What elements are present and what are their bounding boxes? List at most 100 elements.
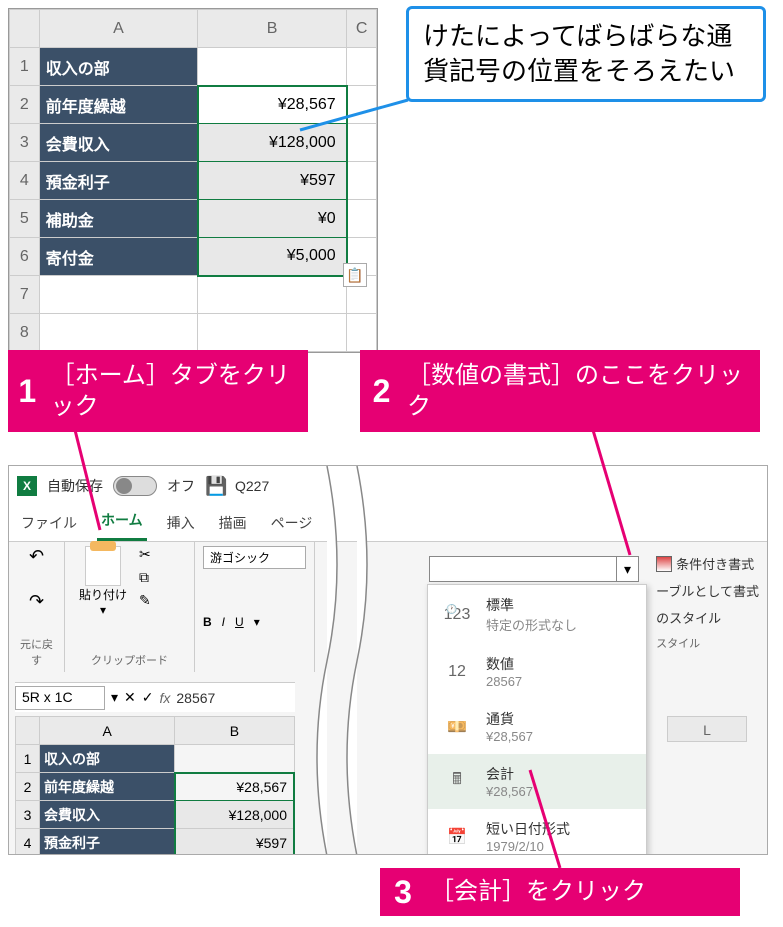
explanation-callout: けたによってばらばらな通貨記号の位置をそろえたい bbox=[406, 6, 766, 102]
font-name-combo[interactable]: 游ゴシック bbox=[203, 546, 306, 569]
spreadsheet-top: A B C 1 収入の部 2 前年度繰越 ¥28,567 3 会費収入 ¥128… bbox=[8, 8, 378, 353]
format-painter-icon[interactable]: ✎ bbox=[139, 592, 151, 609]
autosave-label: 自動保存 bbox=[47, 476, 103, 496]
standard-icon: 🕐123 bbox=[440, 600, 474, 630]
step-text: ［数値の書式］のここをクリック bbox=[403, 350, 760, 432]
undo-group: ↶ ↷ 元に戻す bbox=[9, 542, 65, 672]
cell-A1[interactable]: 収入の部 bbox=[39, 48, 197, 86]
col-header-B[interactable]: B bbox=[198, 10, 347, 48]
cell-label[interactable]: 前年度繰越 bbox=[39, 86, 197, 124]
paste-label: 貼り付け bbox=[79, 586, 127, 603]
chevron-down-icon[interactable]: ▾ bbox=[254, 615, 260, 629]
underline-button[interactable]: U bbox=[235, 615, 244, 629]
name-box[interactable]: 5R x 1C bbox=[15, 686, 105, 710]
document-name: Q227 bbox=[235, 478, 269, 494]
cell-styles-button[interactable]: のスタイル bbox=[656, 604, 759, 631]
quick-access-toolbar: X 自動保存 オフ 💾 Q227 bbox=[9, 466, 767, 506]
step-number: 2 bbox=[360, 350, 403, 432]
col-header-C[interactable]: C bbox=[347, 10, 377, 48]
enter-icon[interactable]: ✓ bbox=[142, 689, 154, 706]
cell-label[interactable]: 預金利子 bbox=[39, 162, 197, 200]
tab-home[interactable]: ホーム bbox=[97, 502, 147, 541]
col-header-A[interactable]: A bbox=[39, 10, 197, 48]
corner-cell[interactable] bbox=[10, 10, 40, 48]
tab-page[interactable]: ページ bbox=[267, 505, 317, 541]
number-format-combo[interactable]: ▾ bbox=[429, 556, 639, 582]
cut-icon[interactable]: ✂ bbox=[139, 546, 151, 563]
tab-file[interactable]: ファイル bbox=[17, 505, 81, 541]
redo-icon[interactable]: ↷ bbox=[17, 591, 56, 612]
fx-icon[interactable]: fx bbox=[160, 690, 171, 706]
autosave-toggle[interactable] bbox=[113, 476, 157, 496]
row-header[interactable]: 4 bbox=[10, 162, 40, 200]
undo-icon[interactable]: ↶ bbox=[17, 546, 56, 567]
chevron-down-icon[interactable]: ▾ bbox=[111, 689, 118, 706]
formula-bar: 5R x 1C ▾ ✕ ✓ fx 28567 bbox=[15, 682, 295, 712]
chevron-down-icon[interactable]: ▾ bbox=[616, 557, 638, 581]
accounting-icon: 🖩 bbox=[440, 767, 474, 797]
step-1-callout: 1 ［ホーム］タブをクリック bbox=[8, 350, 308, 432]
quick-analysis-icon[interactable]: 📋 bbox=[343, 263, 367, 287]
conditional-format-button[interactable]: 条件付き書式 bbox=[656, 550, 759, 577]
col-header-B[interactable]: B bbox=[175, 717, 294, 745]
chevron-down-icon[interactable]: ▾ bbox=[100, 603, 106, 617]
font-group: 游ゴシック B I U ▾ bbox=[195, 542, 315, 672]
format-option-currency[interactable]: 💴 通貨¥28,567 bbox=[428, 699, 646, 754]
step-2-callout: 2 ［数値の書式］のここをクリック bbox=[360, 350, 760, 432]
step-text: ［会計］をクリック bbox=[426, 868, 662, 916]
cell-value[interactable]: ¥28,567 bbox=[198, 86, 347, 124]
clipboard-group: 貼り付け ▾ ✂ ⧉ ✎ クリップボード bbox=[65, 542, 195, 672]
row-header[interactable]: 1 bbox=[10, 48, 40, 86]
cell-B1[interactable] bbox=[198, 48, 347, 86]
number-format-dropdown: 🕐123 標準特定の形式なし 12 数値28567 💴 通貨¥28,567 🖩 … bbox=[427, 584, 647, 855]
cell-label[interactable]: 会費収入 bbox=[39, 124, 197, 162]
cell-value[interactable]: ¥0 bbox=[198, 200, 347, 238]
conditional-format-icon bbox=[656, 556, 672, 572]
autosave-off-label: オフ bbox=[167, 476, 195, 496]
number-icon: 12 bbox=[440, 657, 474, 687]
ribbon-tabs: ファイル ホーム 挿入 描画 ページ bbox=[9, 506, 767, 542]
tab-insert[interactable]: 挿入 bbox=[163, 505, 199, 541]
excel-icon: X bbox=[17, 476, 37, 496]
cell-label[interactable]: 補助金 bbox=[39, 200, 197, 238]
group-label-undo: 元に戻す bbox=[17, 636, 56, 668]
paste-button[interactable]: 貼り付け ▾ bbox=[73, 546, 133, 617]
excel-ribbon-panel: X 自動保存 オフ 💾 Q227 ファイル ホーム 挿入 描画 ページ ↶ ↷ … bbox=[8, 465, 768, 855]
calendar-icon: 📅 bbox=[440, 822, 474, 852]
format-option-number[interactable]: 12 数値28567 bbox=[428, 644, 646, 699]
col-header-A[interactable]: A bbox=[40, 717, 175, 745]
clock-icon: 🕐 bbox=[446, 604, 457, 615]
ribbon-body: ↶ ↷ 元に戻す 貼り付け ▾ ✂ ⧉ ✎ クリップボード 游ゴシック bbox=[9, 542, 767, 672]
format-option-accounting[interactable]: 🖩 会計¥28,567 bbox=[428, 754, 646, 809]
currency-icon: 💴 bbox=[440, 712, 474, 742]
group-label-styles: スタイル bbox=[656, 631, 759, 655]
row-header[interactable]: 5 bbox=[10, 200, 40, 238]
format-option-shortdate[interactable]: 📅 短い日付形式1979/2/10 bbox=[428, 809, 646, 855]
step-number: 1 bbox=[8, 350, 47, 432]
col-header-L[interactable]: L bbox=[667, 716, 747, 742]
cell-value[interactable]: ¥128,000 bbox=[198, 124, 347, 162]
cancel-icon[interactable]: ✕ bbox=[124, 689, 136, 706]
tab-draw[interactable]: 描画 bbox=[215, 505, 251, 541]
bold-button[interactable]: B bbox=[203, 615, 212, 629]
format-option-standard[interactable]: 🕐123 標準特定の形式なし bbox=[428, 585, 646, 644]
styles-group: 条件付き書式 ーブルとして書式 のスタイル スタイル bbox=[656, 550, 759, 655]
row-header[interactable]: 3 bbox=[10, 124, 40, 162]
formula-value[interactable]: 28567 bbox=[176, 690, 215, 706]
cell-value[interactable]: ¥5,000 bbox=[198, 238, 347, 276]
group-label-clipboard: クリップボード bbox=[73, 652, 186, 668]
step-number: 3 bbox=[380, 868, 426, 916]
step-3-callout: 3 ［会計］をクリック bbox=[380, 868, 740, 916]
copy-icon[interactable]: ⧉ bbox=[139, 569, 151, 586]
cell-label[interactable]: 寄付金 bbox=[39, 238, 197, 276]
step-text: ［ホーム］タブをクリック bbox=[47, 350, 308, 432]
cell-value[interactable]: ¥597 bbox=[198, 162, 347, 200]
italic-button[interactable]: I bbox=[222, 615, 225, 629]
paste-icon bbox=[85, 546, 121, 586]
spreadsheet-lower: A B 1収入の部 2前年度繰越¥28,567 3会費収入¥128,000 4預… bbox=[15, 716, 295, 855]
row-header[interactable]: 6 bbox=[10, 238, 40, 276]
row-header[interactable]: 2 bbox=[10, 86, 40, 124]
format-as-table-button[interactable]: ーブルとして書式 bbox=[656, 577, 759, 604]
save-icon[interactable]: 💾 bbox=[205, 476, 225, 496]
cell-A1[interactable]: 収入の部 bbox=[40, 745, 175, 773]
